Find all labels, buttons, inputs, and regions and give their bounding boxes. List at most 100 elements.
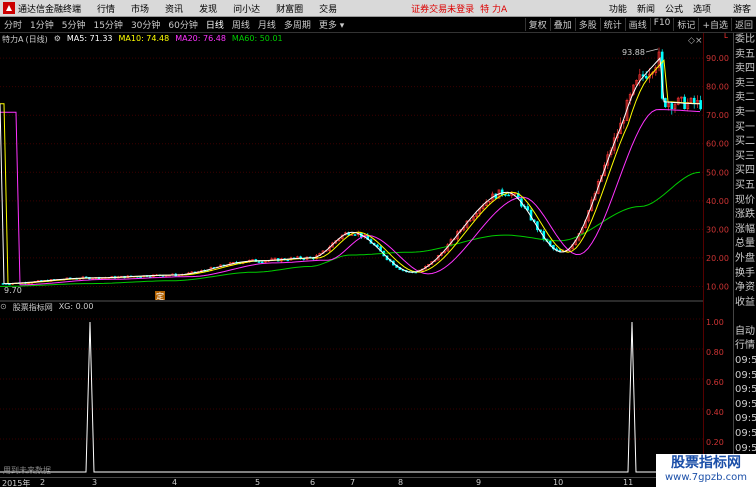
tab-fenshi[interactable]: 分时 <box>0 18 26 31</box>
tab-monthly[interactable]: 月线 <box>254 18 280 31</box>
watermark-title: 股票指标网 <box>671 455 741 471</box>
tab-15min[interactable]: 15分钟 <box>89 18 126 31</box>
f10-button[interactable]: F10 <box>649 18 674 31</box>
quote-panel-item: 收益 <box>735 296 755 308</box>
price-tick: 60.00 <box>706 140 729 149</box>
time-tick: 9 <box>476 478 482 487</box>
candle-body <box>286 259 290 262</box>
quote-panel-item: 09:51 <box>735 369 756 381</box>
high-pointer <box>645 48 659 53</box>
login-notice[interactable]: 证券交易未登录 <box>411 2 474 15</box>
indicator-dropdown-icon[interactable]: ⊙ <box>0 302 7 314</box>
price-tick: 80.00 <box>706 83 729 92</box>
tab-30min[interactable]: 30分钟 <box>127 18 164 31</box>
quote-panel-item: 卖二 <box>735 92 755 104</box>
time-axis: 2015年 2 3 4 5 6 7 8 9 10 11 <box>0 477 703 487</box>
ma20-value: MA20: 76.48 <box>175 34 226 43</box>
add-watchlist-button[interactable]: +自选 <box>698 18 731 31</box>
menu-right: 功能 新闻 公式 选项 游客 <box>604 2 756 15</box>
price-tick: 90.00 <box>706 54 729 63</box>
quote-panel: 委比 卖五 卖四 卖三 卖二 卖一 买一 买二 买三 买四 买五 现价 涨跌 涨幅 总量 外盘 换手 净资 收益 自动… <box>733 33 756 477</box>
quote-panel-item: 现价 <box>735 194 755 206</box>
candle-body <box>500 189 504 195</box>
quote-panel-item: 总量 <box>735 238 755 250</box>
quote-panel-item: 行情 <box>735 340 755 352</box>
indicator-header: ⊙ 股票指标网 XG: 0.00 <box>0 302 93 314</box>
candle-body <box>353 234 357 236</box>
menu-bar: 通达信金融终端 行情 市场 资讯 发现 问小达 财富圈 交易 证券交易未登录 特… <box>0 0 756 17</box>
menu-item-hangqing[interactable]: 行情 <box>89 2 123 15</box>
back-button[interactable]: 返回 <box>730 18 756 31</box>
time-tick: 2 <box>40 478 46 487</box>
future-data-notice: 用到未来数据 <box>3 466 51 475</box>
kline-chart[interactable]: 93.88 9.70 定 ◇ × <box>0 33 703 300</box>
tab-1min[interactable]: 1分钟 <box>26 18 58 31</box>
price-tick: 20.00 <box>706 254 729 263</box>
indicator-name[interactable]: 股票指标网 <box>13 302 53 314</box>
quote-panel-item: 委比 <box>735 34 755 45</box>
quote-panel-item: 09:52 <box>735 413 756 425</box>
menu-item-zixun[interactable]: 资讯 <box>157 2 191 15</box>
price-tick: 70.00 <box>706 111 729 120</box>
xg-value: XG: 0.00 <box>58 302 94 311</box>
ma5-value: MA5: 71.33 <box>66 34 113 43</box>
quote-panel-item: 买二 <box>735 136 755 148</box>
time-tick: 5 <box>255 478 261 487</box>
quote-panel-item: 买五 <box>735 179 755 191</box>
quote-panel-item: 买四 <box>735 165 755 177</box>
menu-item-shichang[interactable]: 市场 <box>123 2 157 15</box>
quote-panel-item: 卖五 <box>735 48 755 60</box>
time-tick: 8 <box>398 478 404 487</box>
indicator-tick: 1.00 <box>706 318 724 327</box>
ma-legend: 特力A (日线) ⚙ MA5: 71.33 MA10: 74.48 MA20: … <box>2 34 283 46</box>
menu-item-faxian[interactable]: 发现 <box>191 2 225 15</box>
menu-item-jiaoyi[interactable]: 交易 <box>311 2 345 15</box>
quote-panel-item: 09:52 <box>735 428 756 440</box>
candle-body <box>139 276 142 278</box>
app-title: 通达信金融终端 <box>18 4 82 15</box>
quote-panel-item: 涨跌 <box>735 209 755 221</box>
indicator-tick: 0.60 <box>706 378 724 387</box>
tab-daily[interactable]: 日线 <box>202 18 228 31</box>
menu-item-wenxiaoda[interactable]: 问小达 <box>225 2 268 15</box>
tab-multi-period[interactable]: 多周期 <box>280 18 315 31</box>
menu-gongneng[interactable]: 功能 <box>604 2 632 15</box>
mark-button[interactable]: 标记 <box>673 18 698 31</box>
stock-name: 特力A <box>2 35 24 44</box>
menu-item-caifuquan[interactable]: 财富圈 <box>268 2 311 15</box>
indicator-tick: 0.40 <box>706 408 724 417</box>
price-tick: 10.00 <box>706 282 729 291</box>
quote-panel-item: 买三 <box>735 150 755 162</box>
menu-gongshi[interactable]: 公式 <box>660 2 688 15</box>
tab-60min[interactable]: 60分钟 <box>164 18 201 31</box>
menu-youke[interactable]: 游客 <box>728 2 756 15</box>
menu-xinwen[interactable]: 新闻 <box>632 2 660 15</box>
quote-panel-item: 卖四 <box>735 63 755 75</box>
quote-panel-item: 自动 <box>735 325 755 337</box>
fuquan-button[interactable]: 复权 <box>524 18 550 31</box>
watermark-url: www.7gpzb.com <box>665 472 747 483</box>
settings-icon[interactable]: ⚙ <box>54 34 61 46</box>
quote-panel-item: 09:51 <box>735 355 756 367</box>
time-tick: 2015年 <box>2 479 31 487</box>
quote-panel-item: 卖一 <box>735 106 755 118</box>
price-axis: 90.00 80.00 70.00 60.00 50.00 40.00 30.00 20.00… <box>703 33 729 477</box>
tab-weekly[interactable]: 周线 <box>228 18 254 31</box>
marker-label: 定 <box>156 291 164 300</box>
quote-panel-item: 09:52 <box>735 384 756 396</box>
tab-more[interactable]: 更多 ▾ <box>315 18 348 31</box>
time-tick: 6 <box>310 478 316 487</box>
overlay-button[interactable]: 叠加 <box>549 18 575 31</box>
tab-5min[interactable]: 5分钟 <box>58 18 90 31</box>
indicator-chart[interactable] <box>0 300 703 476</box>
quote-panel-item: 卖三 <box>735 77 755 89</box>
price-tick: 30.00 <box>706 225 729 234</box>
multi-stock-button[interactable]: 多股 <box>574 18 600 31</box>
candle-body <box>8 283 11 286</box>
candle-body <box>260 261 264 264</box>
chart-close-icon: × <box>695 36 703 46</box>
draw-line-button[interactable]: 画线 <box>624 18 650 31</box>
stats-button[interactable]: 统计 <box>599 18 625 31</box>
menu-xuanxiang[interactable]: 选项 <box>688 2 716 15</box>
candle-body <box>257 261 261 263</box>
